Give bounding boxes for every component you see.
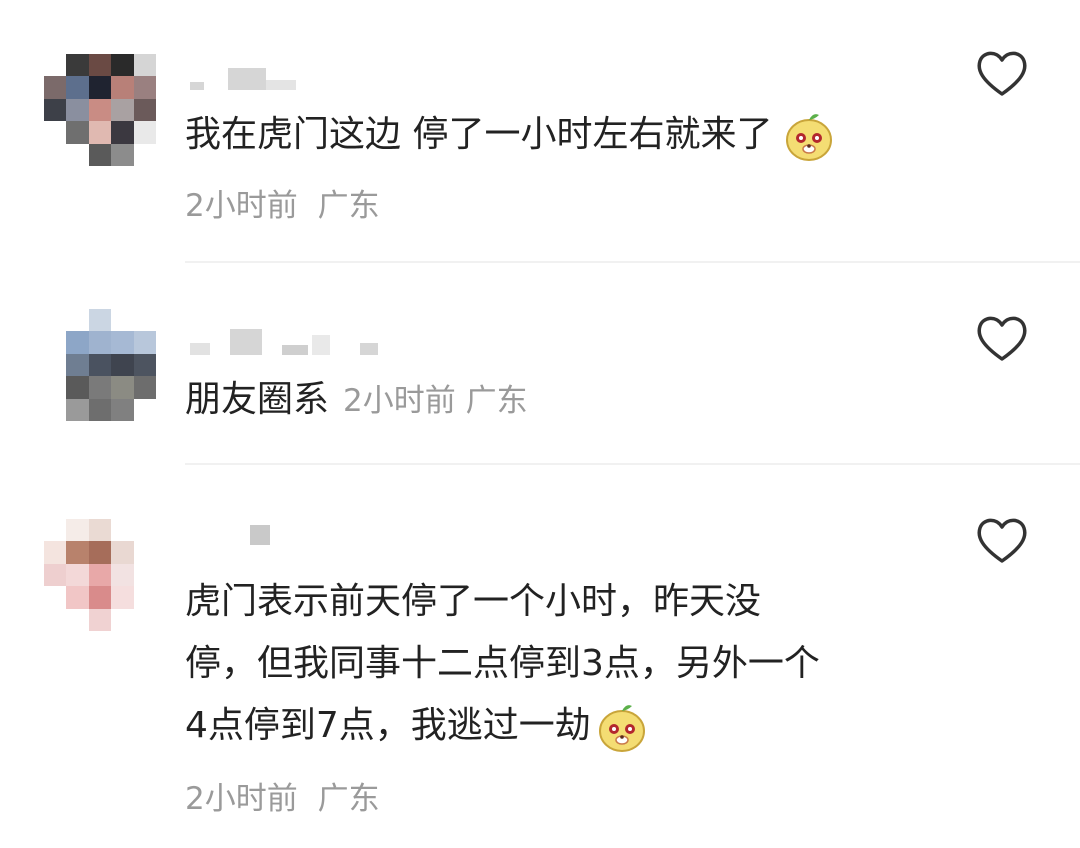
- avatar[interactable]: [44, 519, 156, 631]
- comment-text: 虎门表示前天停了一个小时，昨天没 停，但我同事十二点停到3点，另外一个 4点停到…: [185, 571, 820, 757]
- comment-line: 停，但我同事十二点停到3点，另外一个: [185, 643, 820, 684]
- bear-face-emoji: [786, 114, 833, 161]
- comment-item: 朋友圈系 2小时前 广东: [0, 263, 1080, 463]
- comment-meta: 2小时前 广东: [343, 383, 528, 419]
- username[interactable]: [190, 60, 296, 90]
- comment-location: 广东: [317, 781, 380, 817]
- comment-time: 2小时前: [185, 188, 298, 224]
- comment-location: 广东: [465, 383, 528, 419]
- heart-outline-icon[interactable]: [974, 313, 1030, 363]
- avatar[interactable]: [44, 54, 156, 166]
- comment-line-with-emoji: 4点停到7点，我逃过一劫: [185, 695, 820, 757]
- comment-location: 广东: [317, 188, 380, 224]
- comment-time: 2小时前: [185, 781, 298, 817]
- comment-text: 朋友圈系 2小时前 广东: [185, 379, 528, 420]
- username[interactable]: [250, 515, 270, 545]
- username[interactable]: [190, 325, 378, 355]
- comment-line: 虎门表示前天停了一个小时，昨天没: [185, 581, 762, 622]
- avatar[interactable]: [44, 309, 156, 421]
- comment-meta: 2小时前 广东: [185, 773, 380, 818]
- heart-outline-icon[interactable]: [974, 515, 1030, 565]
- heart-outline-icon[interactable]: [974, 48, 1030, 98]
- comment-text: 我在虎门这边 停了一小时左右就来了: [185, 104, 836, 166]
- comment-meta: 2小时前 广东: [185, 180, 380, 225]
- comment-item: 我在虎门这边 停了一小时左右就来了 2小时前 广东: [0, 0, 1080, 262]
- comment-time: 2小时前: [343, 383, 456, 419]
- bear-face-emoji: [598, 705, 645, 752]
- comment-item: 虎门表示前天停了一个小时，昨天没 停，但我同事十二点停到3点，另外一个 4点停到…: [0, 465, 1080, 848]
